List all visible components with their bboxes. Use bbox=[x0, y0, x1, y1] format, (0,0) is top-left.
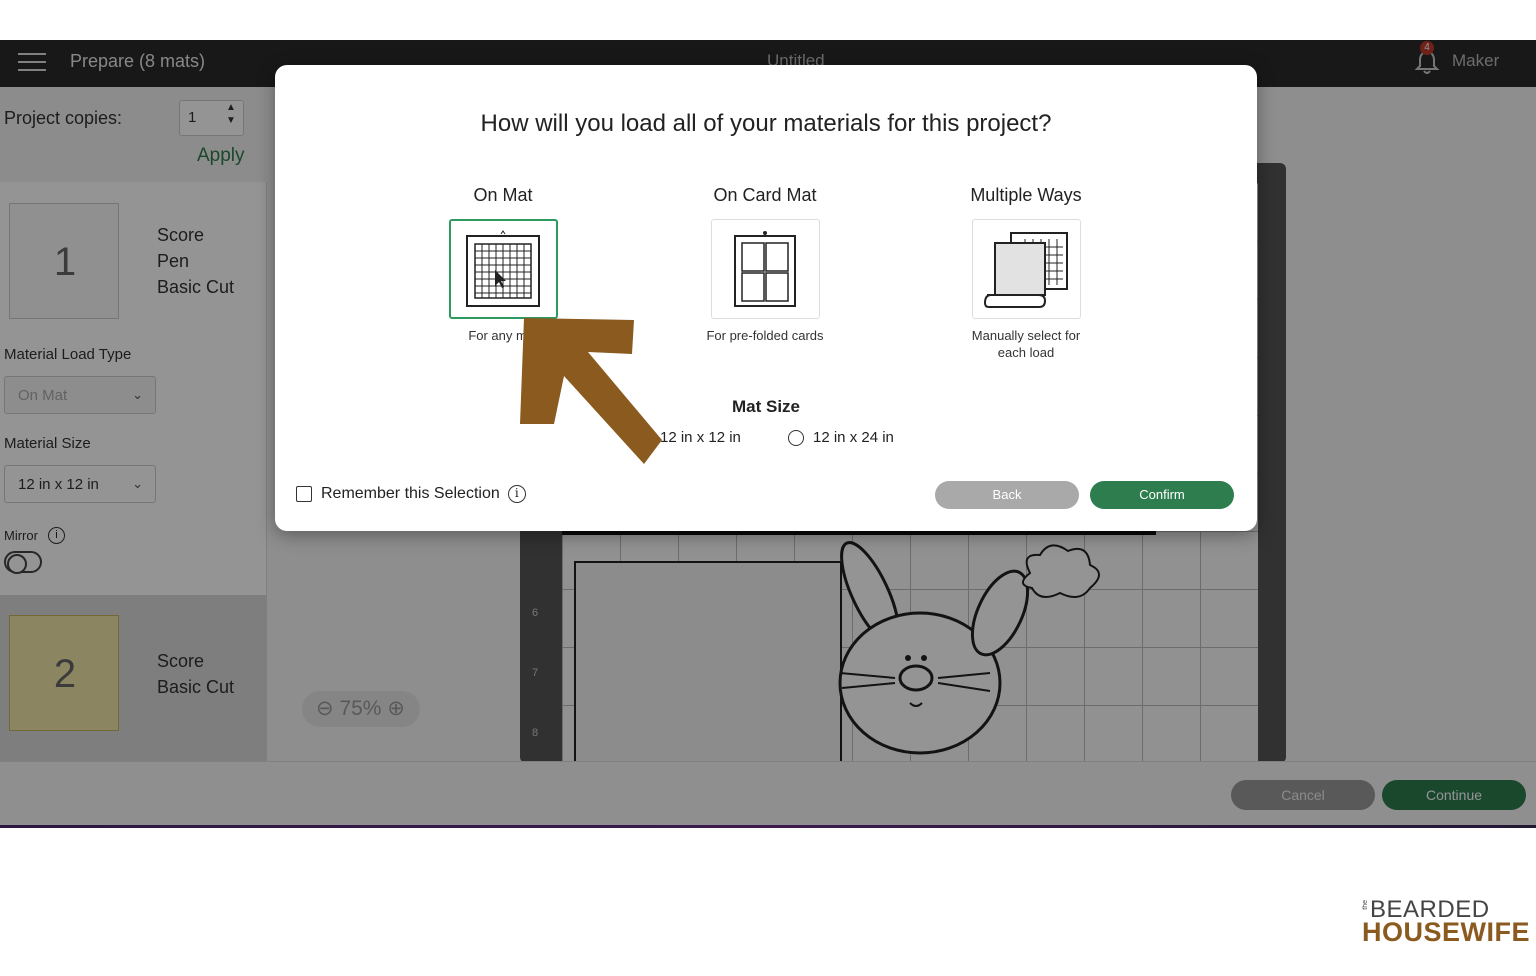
on-mat-card[interactable] bbox=[448, 219, 558, 319]
confirm-button[interactable]: Confirm bbox=[1090, 481, 1234, 509]
multiple-ways-icon bbox=[983, 232, 1068, 308]
radio-icon[interactable] bbox=[788, 429, 804, 446]
option-multiple-ways: Multiple Ways Manually select for each l… bbox=[926, 185, 1126, 361]
mat-size-title: Mat Size bbox=[731, 397, 801, 416]
card-mat-icon bbox=[734, 231, 796, 307]
option-description: Manually select for each load bbox=[971, 328, 1081, 360]
option-description: For pre-folded cards bbox=[706, 328, 824, 343]
watermark-logo: the BEARDED HOUSEWIFE bbox=[1362, 896, 1532, 960]
option-on-card-mat: On Card Mat For pre-folded cards bbox=[665, 185, 865, 344]
option-title: On Card Mat bbox=[713, 185, 817, 205]
option-title: On Mat bbox=[473, 185, 533, 205]
info-icon[interactable]: i bbox=[507, 485, 526, 503]
remember-label: Remember this Selection bbox=[321, 485, 500, 502]
pointer-arrow-annotation bbox=[520, 318, 662, 464]
grid-mat-icon bbox=[466, 230, 540, 307]
remember-selection: Remember this Selection i bbox=[296, 485, 526, 503]
back-button[interactable]: Back bbox=[935, 481, 1079, 509]
mat-size-12x24-radio[interactable]: 12 in x 24 in bbox=[788, 429, 894, 446]
watermark-small-text: the bbox=[1362, 900, 1369, 910]
material-load-dialog: How will you load all of your materials … bbox=[275, 65, 1257, 531]
radio-label: 12 in x 12 in bbox=[660, 429, 741, 446]
on-card-mat-card[interactable] bbox=[710, 219, 820, 319]
multiple-ways-card[interactable] bbox=[971, 219, 1081, 319]
dialog-title: How will you load all of your materials … bbox=[480, 110, 1052, 137]
remember-checkbox[interactable] bbox=[296, 486, 312, 502]
screenshot: Prepare (8 mats) Untitled 4 Maker Projec… bbox=[0, 0, 1536, 976]
watermark-line2: HOUSEWIFE bbox=[1362, 917, 1531, 947]
option-title: Multiple Ways bbox=[970, 185, 1082, 205]
radio-label: 12 in x 24 in bbox=[813, 429, 894, 446]
